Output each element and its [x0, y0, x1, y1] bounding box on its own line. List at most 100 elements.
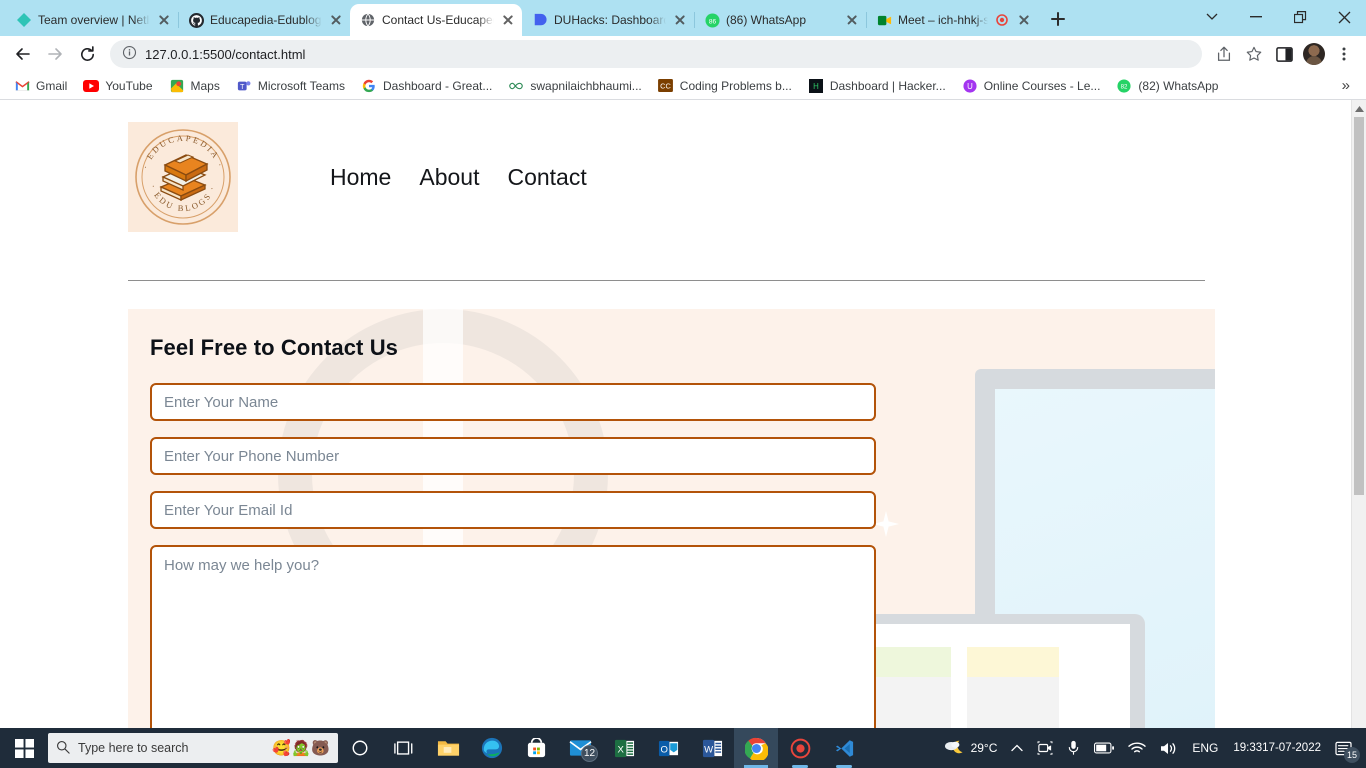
bookmark-online-courses[interactable]: U Online Courses - Le...	[954, 75, 1109, 97]
vscode-icon[interactable]	[822, 728, 866, 768]
browser-tab-5[interactable]: Meet – ich-hhkj-s	[866, 4, 1038, 36]
phone-input[interactable]	[150, 437, 876, 475]
svg-text:W: W	[704, 744, 713, 755]
share-icon[interactable]	[1210, 40, 1238, 68]
battery-icon[interactable]	[1087, 728, 1121, 768]
bookmarks-overflow-button[interactable]: »	[1332, 77, 1360, 94]
browser-tab-3[interactable]: DUHacks: Dashboard	[522, 4, 695, 36]
address-text: 127.0.0.1:5500/contact.html	[145, 46, 306, 62]
bookmark-swapnilaichbhaumi[interactable]: swapnilaichbhaumi...	[500, 75, 649, 97]
page-info-icon[interactable]	[122, 45, 137, 63]
weather-widget[interactable]: 29°C	[936, 728, 1005, 768]
nav-link-about[interactable]: About	[419, 164, 479, 191]
teams-icon: T	[236, 78, 252, 94]
edge-icon[interactable]	[470, 728, 514, 768]
tab-close-icon[interactable]	[1016, 12, 1032, 28]
smiley-heart-eyes-icon: 🥰	[271, 740, 291, 757]
chrome-menu-icon[interactable]	[1330, 40, 1358, 68]
svg-text:O: O	[660, 744, 667, 755]
svg-text:CC: CC	[660, 82, 671, 91]
bookmark-maps[interactable]: Maps	[161, 75, 228, 97]
tab-close-icon[interactable]	[672, 12, 688, 28]
udemy-icon: U	[962, 78, 978, 94]
browser-tab-1[interactable]: Educapedia-Edublogs	[178, 4, 351, 36]
new-tab-button[interactable]	[1044, 5, 1072, 33]
scroll-up-arrow[interactable]	[1352, 100, 1366, 117]
educapedia-logo[interactable]: · EDUCAPEDIA · · EDU BLOGS ·	[128, 122, 238, 232]
maps-icon	[169, 78, 185, 94]
minimize-button[interactable]	[1234, 0, 1278, 34]
language-indicator[interactable]: ENG	[1185, 728, 1225, 768]
mail-icon[interactable]: 12	[558, 728, 602, 768]
email-input[interactable]	[150, 491, 876, 529]
camera-icon[interactable]	[1030, 728, 1060, 768]
nav-link-home[interactable]: Home	[330, 164, 391, 191]
excel-icon[interactable]: X	[602, 728, 646, 768]
start-button[interactable]	[0, 728, 48, 768]
microphone-icon[interactable]	[1060, 728, 1087, 768]
bookmark-whatsapp[interactable]: 82 (82) WhatsApp	[1108, 75, 1226, 97]
bookmark-microsoft-teams[interactable]: T Microsoft Teams	[228, 75, 353, 97]
hackerrank-icon: H	[808, 78, 824, 94]
scrollbar-thumb[interactable]	[1354, 117, 1364, 495]
name-input[interactable]	[150, 383, 876, 421]
browser-tab-0[interactable]: Team overview | Netlif	[6, 4, 179, 36]
svg-text:T: T	[240, 83, 245, 90]
chrome-icon[interactable]	[734, 728, 778, 768]
wifi-icon[interactable]	[1121, 728, 1153, 768]
svg-text:U: U	[967, 82, 973, 91]
bookmark-youtube[interactable]: YouTube	[75, 75, 160, 97]
clock-widget[interactable]: 19:33 17-07-2022	[1225, 728, 1329, 768]
forward-button[interactable]	[40, 39, 70, 69]
browser-tab-4[interactable]: 86 (86) WhatsApp	[694, 4, 867, 36]
web-page: · EDUCAPEDIA · · EDU BLOGS · Home About …	[0, 100, 1351, 768]
file-explorer-icon[interactable]	[426, 728, 470, 768]
reload-button[interactable]	[72, 39, 102, 69]
browser-tab-2[interactable]: Contact Us-Educapedi	[350, 4, 522, 36]
side-panel-icon[interactable]	[1270, 40, 1298, 68]
search-icon	[56, 740, 70, 757]
tab-search-icon[interactable]	[1190, 0, 1234, 34]
svg-text:86: 86	[708, 18, 716, 25]
tab-strip: Team overview | Netlif Educapedia-Edublo…	[0, 0, 1366, 36]
bookmark-gmail[interactable]: Gmail	[6, 75, 75, 97]
duhacks-icon	[532, 12, 548, 28]
cortana-icon[interactable]	[338, 728, 382, 768]
avatar	[1303, 43, 1325, 65]
svg-text:X: X	[617, 744, 624, 755]
page-viewport: · EDUCAPEDIA · · EDU BLOGS · Home About …	[0, 100, 1366, 768]
message-textarea[interactable]	[150, 545, 876, 745]
maximize-button[interactable]	[1278, 0, 1322, 34]
address-bar[interactable]: 127.0.0.1:5500/contact.html	[110, 40, 1202, 68]
bookmark-dashboard-hackerrank[interactable]: H Dashboard | Hacker...	[800, 75, 954, 97]
search-input[interactable]: Type here to search 🥰 🧟 🐻	[48, 733, 338, 763]
microsoft-store-icon[interactable]	[514, 728, 558, 768]
profile-avatar[interactable]	[1300, 40, 1328, 68]
tab-title: DUHacks: Dashboard	[554, 13, 666, 27]
tray-chevron-icon[interactable]	[1004, 728, 1030, 768]
bookmark-label: Maps	[190, 78, 220, 93]
bookmark-label: YouTube	[105, 78, 153, 93]
gmail-icon	[14, 78, 30, 94]
back-button[interactable]	[8, 39, 38, 69]
tab-close-icon[interactable]	[844, 12, 860, 28]
recorder-icon[interactable]	[778, 728, 822, 768]
clock-time: 19:33	[1233, 741, 1263, 754]
volume-icon[interactable]	[1153, 728, 1185, 768]
tab-close-icon[interactable]	[328, 12, 344, 28]
zombie-avatar-icon: 🧟	[291, 740, 311, 757]
bookmark-star-icon[interactable]	[1240, 40, 1268, 68]
github-icon	[188, 12, 204, 28]
close-button[interactable]	[1322, 0, 1366, 34]
nav-link-contact[interactable]: Contact	[507, 164, 586, 191]
word-icon[interactable]: W	[690, 728, 734, 768]
bookmark-coding-problems[interactable]: CC Coding Problems b...	[650, 75, 800, 97]
tab-close-icon[interactable]	[500, 12, 516, 28]
tab-close-icon[interactable]	[156, 12, 172, 28]
page-scrollbar[interactable]	[1351, 100, 1366, 768]
bookmark-dashboard-great[interactable]: Dashboard - Great...	[353, 75, 500, 97]
contact-form: Feel Free to Contact Us	[128, 335, 1215, 745]
notification-center-icon[interactable]: 15	[1329, 728, 1362, 768]
outlook-icon[interactable]: O	[646, 728, 690, 768]
task-view-icon[interactable]	[382, 728, 426, 768]
